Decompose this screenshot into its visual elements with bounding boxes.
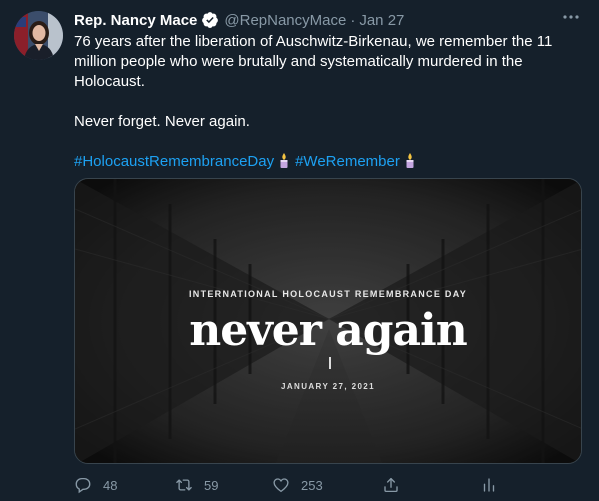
image-date: JANUARY 27, 2021	[281, 382, 375, 391]
action-bar: 48 59 253	[74, 476, 504, 498]
reply-count: 48	[103, 477, 118, 493]
like-icon	[273, 478, 289, 493]
hashtag-line: #HolocaustRemembranceDay #WeRemember	[74, 152, 574, 172]
analytics-button[interactable]	[480, 476, 509, 494]
candle-icon	[406, 153, 414, 168]
hashtag-link[interactable]: #WeRemember	[295, 153, 400, 170]
divider-tick	[329, 357, 331, 369]
retweet-count: 59	[204, 477, 219, 493]
verified-badge-icon	[202, 12, 219, 28]
analytics-icon	[483, 478, 495, 492]
tweet-header: Rep. Nancy Mace @RepNancyMace · Jan 27	[74, 9, 583, 31]
hashtag-link[interactable]: #HolocaustRemembranceDay	[74, 153, 274, 170]
tweet-paragraph: Never forget. Never again.	[74, 113, 250, 130]
separator-dot: ·	[350, 11, 356, 29]
more-options-icon[interactable]	[561, 9, 581, 29]
tweet-paragraph: 76 years after the liberation of Auschwi…	[74, 33, 553, 90]
author-name[interactable]: Rep. Nancy Mace	[74, 12, 197, 29]
tweet-image[interactable]: INTERNATIONAL HOLOCAUST REMEMBRANCE DAY …	[74, 178, 582, 464]
reply-icon	[75, 477, 91, 494]
image-headline: never again	[189, 305, 468, 356]
like-button[interactable]: 253	[272, 476, 323, 494]
tweet[interactable]: Rep. Nancy Mace @RepNancyMace · Jan 27 7…	[0, 0, 599, 501]
image-text-overlay: INTERNATIONAL HOLOCAUST REMEMBRANCE DAY …	[75, 179, 581, 463]
tweet-date[interactable]: Jan 27	[359, 12, 404, 29]
author-handle[interactable]: @RepNancyMace	[224, 12, 346, 29]
avatar-photo	[14, 11, 63, 60]
image-kicker: INTERNATIONAL HOLOCAUST REMEMBRANCE DAY	[188, 289, 468, 299]
reply-button[interactable]: 48	[74, 476, 117, 494]
share-icon	[384, 477, 398, 493]
retweet-icon	[176, 479, 192, 491]
retweet-button[interactable]: 59	[175, 476, 218, 494]
tweet-text: 76 years after the liberation of Auschwi…	[74, 32, 574, 172]
avatar[interactable]	[14, 11, 63, 60]
share-button[interactable]	[382, 476, 411, 494]
like-count: 253	[301, 477, 323, 493]
candle-icon	[280, 153, 288, 168]
